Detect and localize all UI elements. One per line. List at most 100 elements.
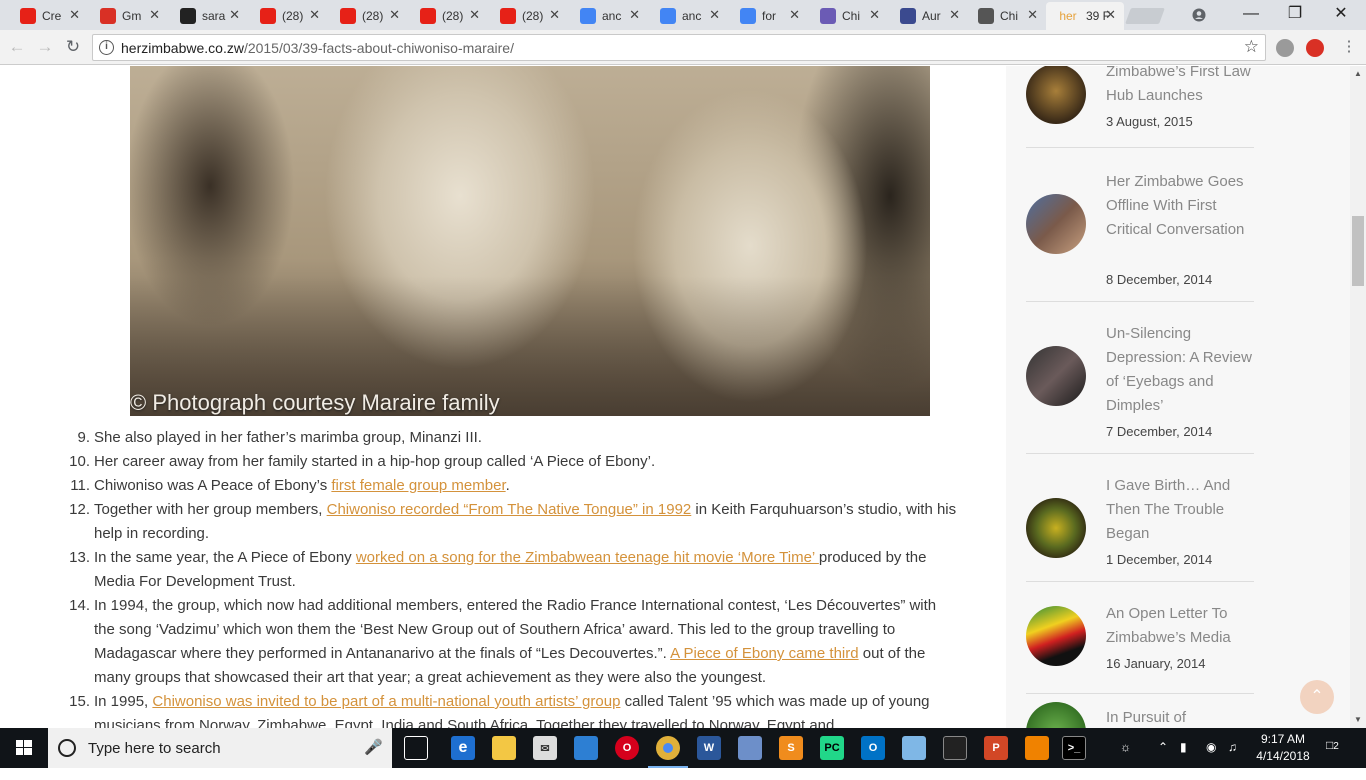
sidebar-post-title[interactable]: Un-Silencing Depression: A Review of ‘Ey…	[1106, 322, 1256, 418]
browser-tab[interactable]: sara ✕	[170, 2, 248, 30]
browser-tab[interactable]: (28) ✕	[410, 2, 488, 30]
scrollbar-thumb[interactable]	[1352, 216, 1364, 286]
chrome-icon[interactable]	[648, 736, 688, 768]
terminal-icon[interactable]: >_	[1062, 736, 1086, 760]
paint-icon[interactable]	[574, 736, 598, 760]
bookmark-star-icon[interactable]: ☆	[1244, 37, 1259, 57]
opera-icon[interactable]: O	[615, 736, 639, 760]
sidebar-post-title[interactable]: Zimbabwe’s First Law Hub Launches	[1106, 66, 1256, 108]
url-text: herzimbabwe.co.zw/2015/03/39-facts-about…	[121, 40, 514, 56]
sidebar-post[interactable]: An Open Letter To Zimbabwe’s Media 16 Jan…	[1026, 598, 1254, 694]
vlc-icon[interactable]	[1025, 736, 1049, 760]
browser-tab[interactable]: anc ✕	[570, 2, 648, 30]
sidebar-post[interactable]: I Gave Birth… And Then The Trouble Began…	[1026, 470, 1254, 582]
sidebar-post-title[interactable]: In Pursuit of	[1106, 706, 1256, 728]
sidebar-post[interactable]: In Pursuit of	[1026, 702, 1254, 728]
start-button[interactable]	[0, 728, 48, 768]
profile-icon[interactable]	[1176, 0, 1222, 30]
close-tab-icon[interactable]: ✕	[629, 7, 640, 23]
mask-art-thumbnail[interactable]	[1026, 498, 1086, 558]
new-tab-button[interactable]	[1125, 8, 1165, 24]
sidebar-post[interactable]: Un-Silencing Depression: A Review of ‘Ey…	[1026, 318, 1254, 454]
sidebar-post-title[interactable]: I Gave Birth… And Then The Trouble Began	[1106, 474, 1256, 546]
book-cover-thumbnail[interactable]	[1026, 346, 1086, 406]
close-tab-icon[interactable]: ✕	[1105, 7, 1116, 23]
mail-icon[interactable]: ✉	[533, 736, 557, 760]
task-view-icon[interactable]	[404, 736, 428, 760]
file-explorer-icon[interactable]	[492, 736, 516, 760]
wifi-icon[interactable]: ◉	[1206, 740, 1216, 780]
address-bar[interactable]: i herzimbabwe.co.zw/2015/03/39-facts-abo…	[92, 34, 1266, 61]
scales-of-justice-thumbnail[interactable]	[1026, 66, 1086, 124]
microphone-icon[interactable]: 🎤	[364, 738, 383, 756]
close-tab-icon[interactable]: ✕	[869, 7, 880, 23]
action-center-icon[interactable]: □2	[1326, 738, 1339, 778]
close-tab-icon[interactable]: ✕	[229, 7, 240, 23]
opera-extension-icon[interactable]	[1306, 39, 1324, 57]
word-icon[interactable]: W	[697, 736, 721, 760]
people-icon[interactable]: ☼	[1120, 740, 1131, 780]
browser-tab[interactable]: (28) ✕	[250, 2, 328, 30]
close-tab-icon[interactable]: ✕	[309, 7, 320, 23]
forward-button[interactable]: →	[34, 36, 56, 58]
taskbar-search[interactable]: Type here to search 🎤	[48, 728, 392, 768]
browser-tab[interactable]: Chi ✕	[810, 2, 888, 30]
fact-link[interactable]: first female group member	[331, 477, 505, 494]
browser-tab[interactable]: her 39 F ✕	[1046, 2, 1124, 30]
close-tab-icon[interactable]: ✕	[69, 7, 80, 23]
browser-tab[interactable]: anc ✕	[650, 2, 728, 30]
scroll-down-arrow-icon[interactable]: ▼	[1350, 712, 1366, 728]
back-to-top-button[interactable]: ⌃	[1300, 680, 1334, 714]
close-tab-icon[interactable]: ✕	[709, 7, 720, 23]
system-clock[interactable]: 9:17 AM 4/14/2018	[1248, 731, 1318, 765]
close-tab-icon[interactable]: ✕	[549, 7, 560, 23]
battery-icon[interactable]: ▮	[1180, 740, 1187, 780]
green-leaves-thumbnail[interactable]	[1026, 702, 1086, 728]
photos-icon[interactable]	[943, 736, 967, 760]
pycharm-icon[interactable]: PC	[820, 736, 844, 760]
scroll-up-arrow-icon[interactable]: ▲	[1350, 66, 1366, 82]
close-tab-icon[interactable]: ✕	[389, 7, 400, 23]
browser-tab[interactable]: Gm ✕	[90, 2, 168, 30]
reload-button[interactable]: ↻	[62, 36, 84, 58]
close-tab-icon[interactable]: ✕	[1027, 7, 1038, 23]
menu-kebab-icon[interactable]: ⋮	[1338, 36, 1360, 58]
sidebar-post-title[interactable]: An Open Letter To Zimbabwe’s Media	[1106, 602, 1256, 650]
info-icon[interactable]: i	[99, 40, 114, 55]
zimbabwe-flag-thumbnail[interactable]	[1026, 606, 1086, 666]
sublime-icon[interactable]: S	[779, 736, 803, 760]
maximize-button[interactable]: ❐	[1272, 0, 1318, 30]
fact-text: .	[505, 477, 510, 494]
browser-tab[interactable]: Aur ✕	[890, 2, 968, 30]
edge-icon[interactable]: e	[451, 736, 475, 760]
sidebar-post-title[interactable]: Her Zimbabwe Goes Offline With First Cri…	[1106, 170, 1256, 242]
browser-tab[interactable]: (28) ✕	[490, 2, 568, 30]
minimize-button[interactable]: —	[1228, 0, 1274, 30]
fact-link[interactable]: Chiwoniso recorded “From The Native Tong…	[327, 501, 692, 518]
browser-tab[interactable]: (28) ✕	[330, 2, 408, 30]
fact-link[interactable]: worked on a song for the Zimbabwean teen…	[356, 549, 819, 566]
close-tab-icon[interactable]: ✕	[469, 7, 480, 23]
tab-title: sara	[202, 9, 226, 23]
page-scrollbar[interactable]: ▲ ▼	[1350, 66, 1366, 728]
close-window-button[interactable]: ✕	[1318, 0, 1364, 30]
sidebar-post[interactable]: Zimbabwe’s First Law Hub Launches 3 Augus…	[1026, 66, 1254, 148]
browser-tab[interactable]: for ✕	[730, 2, 808, 30]
outlook-icon[interactable]: O	[861, 736, 885, 760]
close-tab-icon[interactable]: ✕	[789, 7, 800, 23]
browser-tab[interactable]: Chi ✕	[968, 2, 1046, 30]
browser-tab[interactable]: Cre ✕	[10, 2, 88, 30]
powerpoint-icon[interactable]: P	[984, 736, 1008, 760]
close-tab-icon[interactable]: ✕	[949, 7, 960, 23]
volume-icon[interactable]: ♫	[1228, 740, 1237, 780]
group-meeting-thumbnail[interactable]	[1026, 194, 1086, 254]
close-tab-icon[interactable]: ✕	[149, 7, 160, 23]
notepad-icon[interactable]	[902, 736, 926, 760]
fact-link[interactable]: A Piece of Ebony came third	[670, 645, 858, 662]
extension-icon[interactable]	[1276, 39, 1294, 57]
back-button[interactable]: ←	[6, 36, 28, 58]
tray-chevron-icon[interactable]: ⌃	[1158, 740, 1168, 780]
sidebar-post[interactable]: Her Zimbabwe Goes Offline With First Cri…	[1026, 166, 1254, 302]
palette-icon[interactable]	[738, 736, 762, 760]
fact-link[interactable]: Chiwoniso was invited to be part of a mu…	[152, 693, 620, 710]
